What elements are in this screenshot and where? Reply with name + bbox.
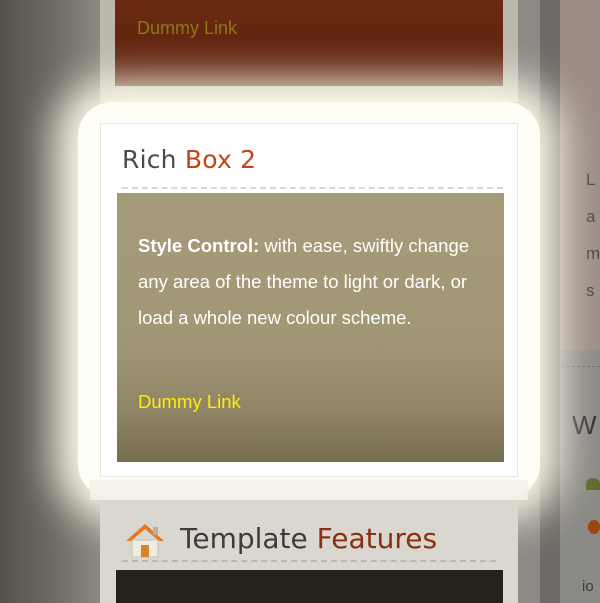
right-column-text-line: s [586, 281, 595, 300]
rich-box-divider [122, 187, 503, 189]
right-column-icon [586, 478, 600, 490]
template-features-title-part2: Features [316, 522, 438, 555]
template-features-content [116, 570, 503, 603]
template-features-title: Template Features [180, 522, 437, 555]
rich-box-dummy-link[interactable]: Dummy Link [138, 391, 241, 413]
top-rich-box [115, 0, 503, 86]
template-features-divider [122, 560, 496, 562]
rich-box-title: Rich Box 2 [122, 145, 256, 174]
right-column-text-line: a [586, 207, 596, 226]
right-column-heading: W [572, 410, 597, 440]
right-column-divider [562, 366, 600, 367]
rich-box-description-label: Style Control: [138, 235, 260, 256]
rich-box-body: Style Control: with ease, swiftly change… [117, 193, 504, 462]
right-column-icon [588, 520, 600, 534]
right-column-text-line: L [586, 170, 596, 189]
screenshot-stage: Dummy Link L a m s W io Template Feature… [0, 0, 600, 603]
focus-glow-bottom [90, 480, 528, 500]
top-box-dummy-link[interactable]: Dummy Link [137, 18, 237, 39]
rich-box-title-part1: Rich [122, 145, 177, 174]
home-icon [126, 524, 164, 558]
rich-box-description: Style Control: with ease, swiftly change… [138, 228, 493, 336]
right-column-lower [560, 350, 600, 603]
rich-box-2-card: Rich Box 2 Style Control: with ease, swi… [100, 123, 518, 477]
right-column-bottom-text: io [582, 578, 594, 595]
right-column-text-line: m [586, 244, 600, 263]
rich-box-title-part2: Box 2 [184, 145, 257, 174]
template-features-title-part1: Template [180, 522, 308, 555]
